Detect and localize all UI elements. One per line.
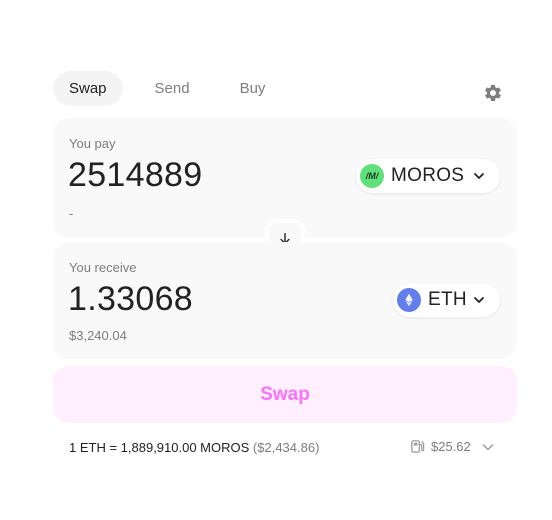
moros-token-icon: /M/: [360, 164, 384, 188]
gas-fee-toggle[interactable]: $25.62: [410, 439, 495, 454]
receive-token-symbol: ETH: [428, 289, 467, 310]
tab-send[interactable]: Send: [139, 71, 206, 106]
receive-fiat-value: $3,240.04: [69, 328, 127, 343]
rate-text: 1 ETH = 1,889,910.00 MOROS: [69, 440, 250, 455]
receive-token-selector[interactable]: ETH: [393, 283, 500, 317]
gas-pump-icon: [411, 440, 425, 453]
tab-buy[interactable]: Buy: [224, 71, 282, 106]
pay-fiat-value: -: [69, 206, 74, 221]
eth-token-icon: [397, 288, 421, 312]
swap-button[interactable]: Swap: [53, 366, 517, 423]
receive-label: You receive: [69, 260, 137, 275]
pay-token-symbol: MOROS: [391, 165, 465, 186]
pay-amount-input[interactable]: 2514889: [68, 156, 202, 195]
pay-token-selector[interactable]: /M/ MOROS: [356, 159, 500, 193]
gas-fee-value: $25.62: [431, 439, 471, 454]
receive-amount-input[interactable]: 1.33068: [68, 280, 193, 319]
pay-label: You pay: [69, 136, 116, 151]
chevron-down-icon: [474, 173, 484, 179]
tab-bar: Swap Send Buy: [53, 71, 281, 106]
chevron-down-icon: [482, 443, 494, 450]
chevron-down-icon: [474, 297, 484, 303]
exchange-rate[interactable]: 1 ETH = 1,889,910.00 MOROS ($2,434.86): [69, 440, 319, 455]
tab-swap[interactable]: Swap: [53, 71, 123, 106]
receive-panel: You receive 1.33068 $3,240.04 ETH: [53, 242, 517, 359]
gear-icon[interactable]: [483, 83, 503, 103]
rate-usd: ($2,434.86): [252, 440, 320, 455]
moros-logo-text: /M/: [365, 171, 379, 181]
